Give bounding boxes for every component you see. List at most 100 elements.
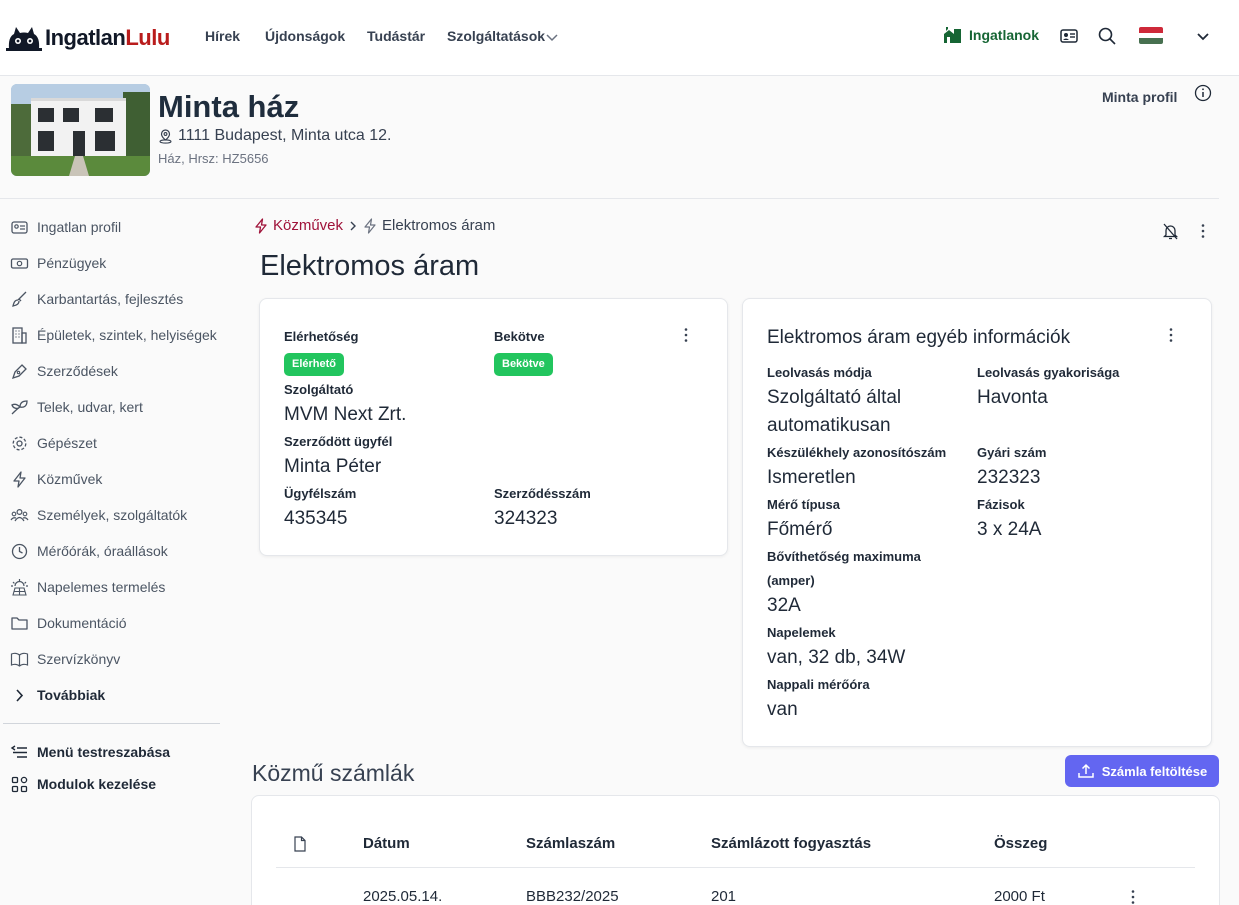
sidebar-item-label: Pénzügyek (37, 255, 107, 271)
cell-consumption: 201 (711, 888, 737, 905)
property-subtitle: Ház, Hrsz: HZ5656 (158, 151, 269, 166)
customer-value: Minta Péter (284, 456, 382, 477)
info-icon[interactable] (1194, 84, 1212, 102)
sidebar-item-documentation[interactable]: Dokumentáció (10, 612, 127, 634)
sidebar-item-more[interactable]: Továbbiak (10, 684, 105, 706)
column-header-invoice-number[interactable]: Számlaszám (526, 835, 615, 852)
sidebar-item-label: Közművek (37, 471, 103, 487)
reading-mode-value-line1: Szolgáltató által (767, 387, 902, 408)
customer-number-value: 435345 (284, 508, 348, 529)
sidebar-item-label: Menü testreszabása (37, 744, 171, 760)
max-extension-value: 32A (767, 595, 801, 616)
book-icon (10, 652, 29, 667)
nav-link-services[interactable]: Szolgáltatások (447, 28, 545, 44)
page-menu-icon[interactable] (1200, 223, 1206, 239)
chevron-right-icon (16, 688, 24, 702)
column-header-date[interactable]: Dátum (363, 835, 410, 852)
nav-link-whats-new[interactable]: Újdonságok (265, 28, 345, 44)
bills-section-title: Közmű számlák (252, 760, 415, 786)
bolt-icon (13, 470, 26, 488)
chevron-down-icon[interactable] (1193, 26, 1213, 46)
reading-frequency-value: Havonta (977, 387, 1048, 408)
profile-type-label[interactable]: Minta profil (1102, 89, 1177, 105)
column-header-consumption[interactable]: Számlázott fogyasztás (711, 835, 871, 852)
column-header-amount[interactable]: Összeg (994, 835, 1047, 852)
day-meter-label: Nappali mérőóra (767, 677, 870, 692)
modules-icon (11, 776, 28, 792)
brush-icon (12, 291, 27, 307)
sidebar-item-customize-menu[interactable]: Menü testreszabása (10, 741, 170, 763)
cell-date: 2025.05.14. (363, 888, 443, 905)
customer-label: Szerződött ügyfél (284, 434, 393, 449)
gear-icon (12, 436, 27, 450)
sidebar-item-finances[interactable]: Pénzügyek (10, 252, 106, 274)
connected-label: Bekötve (494, 329, 545, 344)
device-id-label: Készülékhely azonosítószám (767, 445, 947, 460)
sidebar-item-utilities[interactable]: Közművek (10, 468, 102, 490)
logo-text-part1: Ingatlan (45, 25, 126, 50)
header-divider (0, 198, 1219, 199)
day-meter-value: van (767, 699, 798, 720)
page-title: Elektromos áram (260, 250, 480, 282)
sidebar-item-contracts[interactable]: Szerződések (10, 360, 118, 382)
sidebar-item-property-profile[interactable]: Ingatlan profil (10, 216, 121, 238)
building-icon (12, 326, 27, 344)
hungarian-flag[interactable] (1139, 27, 1163, 44)
sidebar-item-manage-modules[interactable]: Modulok kezelése (10, 773, 156, 795)
phases-value: 3 x 24A (977, 519, 1042, 540)
nav-link-knowledge-base[interactable]: Tudástár (367, 28, 425, 44)
sidebar-item-maintenance[interactable]: Karbantartás, fejlesztés (10, 288, 183, 310)
sidebar-item-garden[interactable]: Telek, udvar, kert (10, 396, 143, 418)
sidebar-item-mechanics[interactable]: Gépészet (10, 432, 97, 454)
info-card-menu-icon[interactable] (1168, 327, 1174, 343)
cell-invoice-number: BBB232/2025 (526, 888, 619, 905)
max-extension-label-line2: (amper) (767, 573, 815, 588)
phases-label: Fázisok (977, 497, 1025, 512)
contract-number-label: Szerződésszám (494, 486, 591, 501)
bell-off-icon[interactable] (1161, 222, 1180, 241)
id-card-icon[interactable] (1059, 26, 1079, 46)
cat-logo-icon (6, 27, 42, 51)
folder-icon (11, 616, 28, 630)
availability-badge: Elérhető (284, 353, 345, 376)
reading-frequency-label: Leolvasás gyakorisága (977, 365, 1120, 380)
sidebar-item-label: Ingatlan profil (37, 219, 122, 235)
property-photo (11, 84, 150, 176)
row-menu-icon[interactable] (1130, 889, 1136, 905)
search-icon[interactable] (1097, 26, 1117, 46)
solar-icon (11, 578, 28, 596)
sidebar-item-service-book[interactable]: Szervízkönyv (10, 648, 120, 670)
reading-mode-label: Leolvasás módja (767, 365, 872, 380)
breadcrumb: Közművek Elektromos áram (254, 217, 495, 234)
banknote-icon (10, 257, 29, 269)
upload-icon (1078, 763, 1094, 778)
cell-amount: 2000 Ft (994, 888, 1045, 905)
menu-edit-icon (10, 744, 27, 758)
property-address-text: 1111 Budapest, Minta utca 12. (178, 127, 392, 144)
serial-number-value: 232323 (977, 467, 1041, 488)
max-extension-label-line1: Bővíthetőség maximuma (767, 549, 921, 564)
people-icon (10, 508, 29, 521)
services-chevron-down-icon[interactable] (545, 30, 559, 44)
device-id-value: Ismeretlen (767, 467, 856, 488)
id-card-icon (11, 220, 28, 234)
house-icon (944, 27, 961, 43)
sidebar-item-people[interactable]: Személyek, szolgáltatók (10, 504, 187, 526)
connected-badge: Bekötve (494, 353, 553, 376)
property-address: 1111 Budapest, Minta utca 12. (158, 127, 391, 145)
breadcrumb-utilities-link[interactable]: Közművek (273, 217, 343, 234)
card-menu-icon[interactable] (683, 327, 689, 343)
upload-bill-button[interactable]: Számla feltöltése (1065, 755, 1219, 787)
solar-panels-label: Napelemek (767, 625, 836, 640)
sidebar-item-meters[interactable]: Mérőórák, óraállások (10, 540, 168, 562)
table-header-divider (276, 867, 1195, 868)
sidebar-item-label: Épületek, szintek, helyiségek (37, 327, 217, 343)
logo[interactable]: IngatlanLulu (6, 24, 170, 52)
sidebar-item-label: Napelemes termelés (37, 579, 166, 595)
nav-link-news[interactable]: Hírek (205, 28, 240, 44)
provider-value: MVM Next Zrt. (284, 404, 407, 425)
sidebar-item-solar[interactable]: Napelemes termelés (10, 576, 165, 598)
properties-link[interactable]: Ingatlanok (943, 26, 1039, 44)
sidebar-item-buildings[interactable]: Épületek, szintek, helyiségek (10, 324, 217, 346)
sidebar-item-label: Szerződések (37, 363, 118, 379)
